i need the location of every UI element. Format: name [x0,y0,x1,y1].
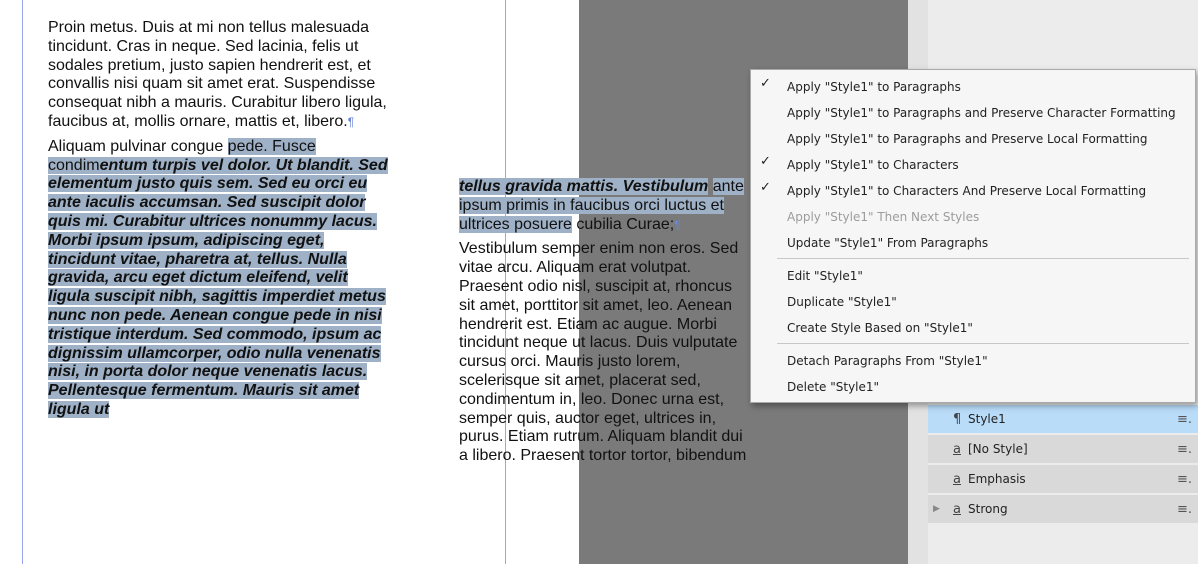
menu-item-create-based-on[interactable]: Create Style Based on "Style1" [751,313,1195,339]
menu-item-apply-paragraphs[interactable]: ✓ Apply "Style1" to Paragraphs [751,72,1195,98]
menu-item-label: Detach Paragraphs From "Style1" [787,354,988,368]
menu-separator [777,343,1189,344]
menu-item-label: Create Style Based on "Style1" [787,321,973,335]
checkmark-icon: ✓ [760,76,771,91]
style-label: Style1 [968,412,1006,426]
paragraph-style-icon: ¶ [953,411,962,427]
menu-separator [777,258,1189,259]
menu-item-detach-paragraphs[interactable]: Detach Paragraphs From "Style1" [751,346,1195,372]
checkmark-icon: ✓ [760,154,771,169]
menu-item-label: Update "Style1" From Paragraphs [787,236,989,250]
selected-bold-italic-text: entum turpis vel dolor. Ut blandit. Sed … [48,156,388,418]
menu-item-duplicate[interactable]: Duplicate "Style1" [751,287,1195,313]
style-row-strong[interactable]: ▶ a Strong ≡. [928,495,1198,523]
menu-item-apply-paragraphs-preserve-character[interactable]: Apply "Style1" to Paragraphs and Preserv… [751,98,1195,124]
style-row-style1[interactable]: ¶ Style1 ≡. [928,405,1198,433]
menu-item-label: Delete "Style1" [787,380,880,394]
row-menu-icon[interactable]: ≡. [1177,472,1192,487]
paragraph[interactable]: Proin metus. Duis at mi non tellus males… [48,19,393,132]
menu-item-label: Edit "Style1" [787,269,863,283]
style-label: Strong [968,502,1008,516]
paragraph-text: cubilia Curae; [571,215,675,233]
character-style-icon: a [953,441,961,457]
style-label: [No Style] [968,442,1028,456]
menu-item-label: Apply "Style1" to Characters [787,158,959,172]
text-frame-column-1[interactable]: Proin metus. Duis at mi non tellus males… [48,19,393,426]
checkmark-icon: ✓ [760,180,771,195]
paragraph[interactable]: Vestibulum semper enim non eros. Sed vit… [459,240,749,466]
paragraph-text: Vestibulum semper enim non eros. Sed vit… [459,240,747,465]
menu-item-delete[interactable]: Delete "Style1" [751,372,1195,398]
text-frame-column-2[interactable]: tellus gravida mattis. Vestibulum ante i… [459,178,749,472]
menu-item-label: Duplicate "Style1" [787,295,897,309]
character-style-icon: a [953,501,961,517]
menu-item-apply-characters-preserve-local[interactable]: ✓ Apply "Style1" to Characters And Preser… [751,176,1195,202]
style-context-menu: ✓ Apply "Style1" to Paragraphs Apply "Sty… [750,69,1196,403]
style-label: Emphasis [968,472,1026,486]
expand-triangle-icon[interactable]: ▶ [933,504,940,514]
row-menu-icon[interactable]: ≡. [1177,502,1192,517]
left-margin-guide [22,0,23,564]
selected-bold-italic-text: tellus gravida mattis. Vestibulum [459,178,709,195]
pilcrow-icon: ¶ [674,217,681,232]
menu-item-label: Apply "Style1" to Paragraphs and Preserv… [787,132,1148,146]
style-row-emphasis[interactable]: a Emphasis ≡. [928,465,1198,493]
menu-item-label: Apply "Style1" Then Next Styles [787,210,980,224]
row-menu-icon[interactable]: ≡. [1177,442,1192,457]
menu-item-apply-characters[interactable]: ✓ Apply "Style1" to Characters [751,150,1195,176]
paragraph[interactable]: tellus gravida mattis. Vestibulum ante i… [459,178,749,234]
menu-item-update-from-paragraphs[interactable]: Update "Style1" From Paragraphs [751,228,1195,254]
menu-item-label: Apply "Style1" to Characters And Preserv… [787,184,1147,198]
menu-item-label: Apply "Style1" to Paragraphs [787,80,961,94]
menu-item-apply-paragraphs-preserve-local[interactable]: Apply "Style1" to Paragraphs and Preserv… [751,124,1195,150]
row-menu-icon[interactable]: ≡. [1177,412,1192,427]
pilcrow-icon: ¶ [347,114,355,129]
character-style-icon: a [953,471,961,487]
menu-item-edit[interactable]: Edit "Style1" [751,261,1195,287]
paragraph[interactable]: Aliquam pulvinar congue pede. Fusce cond… [48,137,393,420]
menu-item-label: Apply "Style1" to Paragraphs and Preserv… [787,106,1176,120]
paragraph-text: Aliquam pulvinar congue [48,137,228,155]
menu-item-apply-then-next: Apply "Style1" Then Next Styles [751,202,1195,228]
paragraph-text: Proin metus. Duis at mi non tellus males… [48,19,387,130]
style-row-no-style[interactable]: a [No Style] ≡. [928,435,1198,463]
